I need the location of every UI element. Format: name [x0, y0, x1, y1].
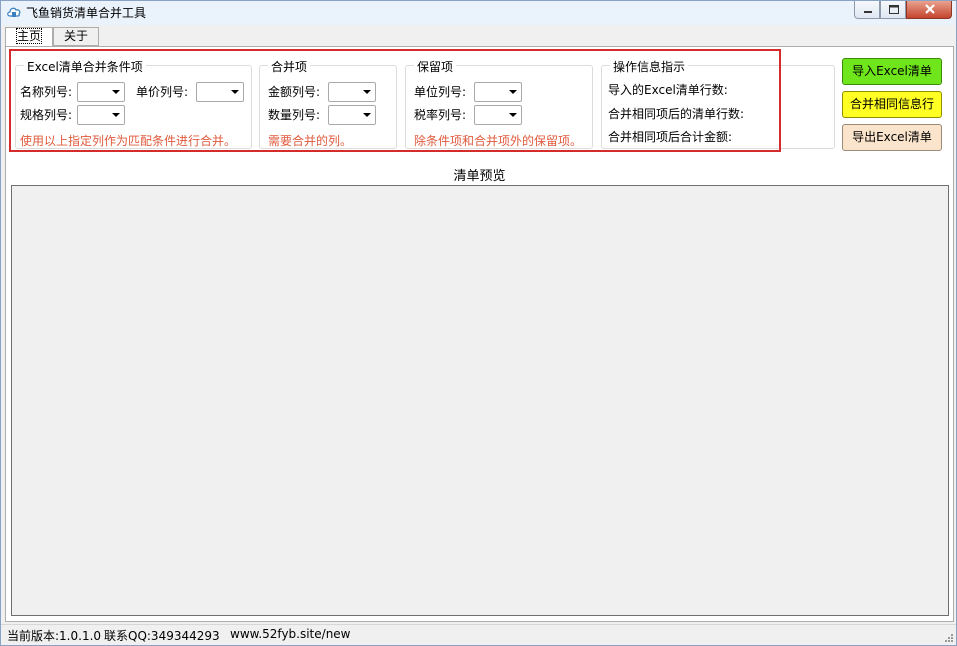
minimize-icon: [864, 11, 872, 13]
title-bar: 飞鱼销货清单合并工具: [1, 1, 956, 25]
preview-title: 清单预览: [453, 169, 506, 184]
tab-about-label: 关于: [63, 29, 88, 43]
status-version: 当前版本:1.0.1.0: [7, 629, 102, 643]
maximize-icon: [889, 5, 899, 14]
status-site: www.52fyb.site/new: [230, 627, 351, 641]
close-button[interactable]: [906, 1, 952, 19]
status-qq: 联系QQ:349344293: [104, 629, 220, 643]
export-excel-button[interactable]: 导出Excel清单: [842, 124, 942, 151]
app-cloud-icon: [7, 7, 21, 17]
tab-home-label: 主页: [15, 28, 43, 44]
window-title: 飞鱼销货清单合并工具: [26, 6, 147, 20]
tab-about[interactable]: 关于: [53, 27, 99, 46]
resize-grip-icon[interactable]: [943, 632, 954, 643]
import-excel-button[interactable]: 导入Excel清单: [842, 58, 942, 85]
highlight-frame: [9, 49, 781, 152]
merge-rows-button[interactable]: 合并相同信息行: [842, 91, 942, 118]
close-icon: [925, 4, 935, 14]
preview-grid[interactable]: [11, 185, 949, 616]
minimize-button[interactable]: [854, 1, 880, 19]
tab-home[interactable]: 主页: [5, 27, 53, 47]
status-bar: 当前版本:1.0.1.0 联系QQ:349344293 www.52fyb.si…: [1, 624, 956, 645]
app-window: 飞鱼销货清单合并工具 主页 关于 Excel清单合并条件项 名称列号: 单价列号…: [0, 0, 957, 646]
maximize-button[interactable]: [880, 1, 906, 19]
